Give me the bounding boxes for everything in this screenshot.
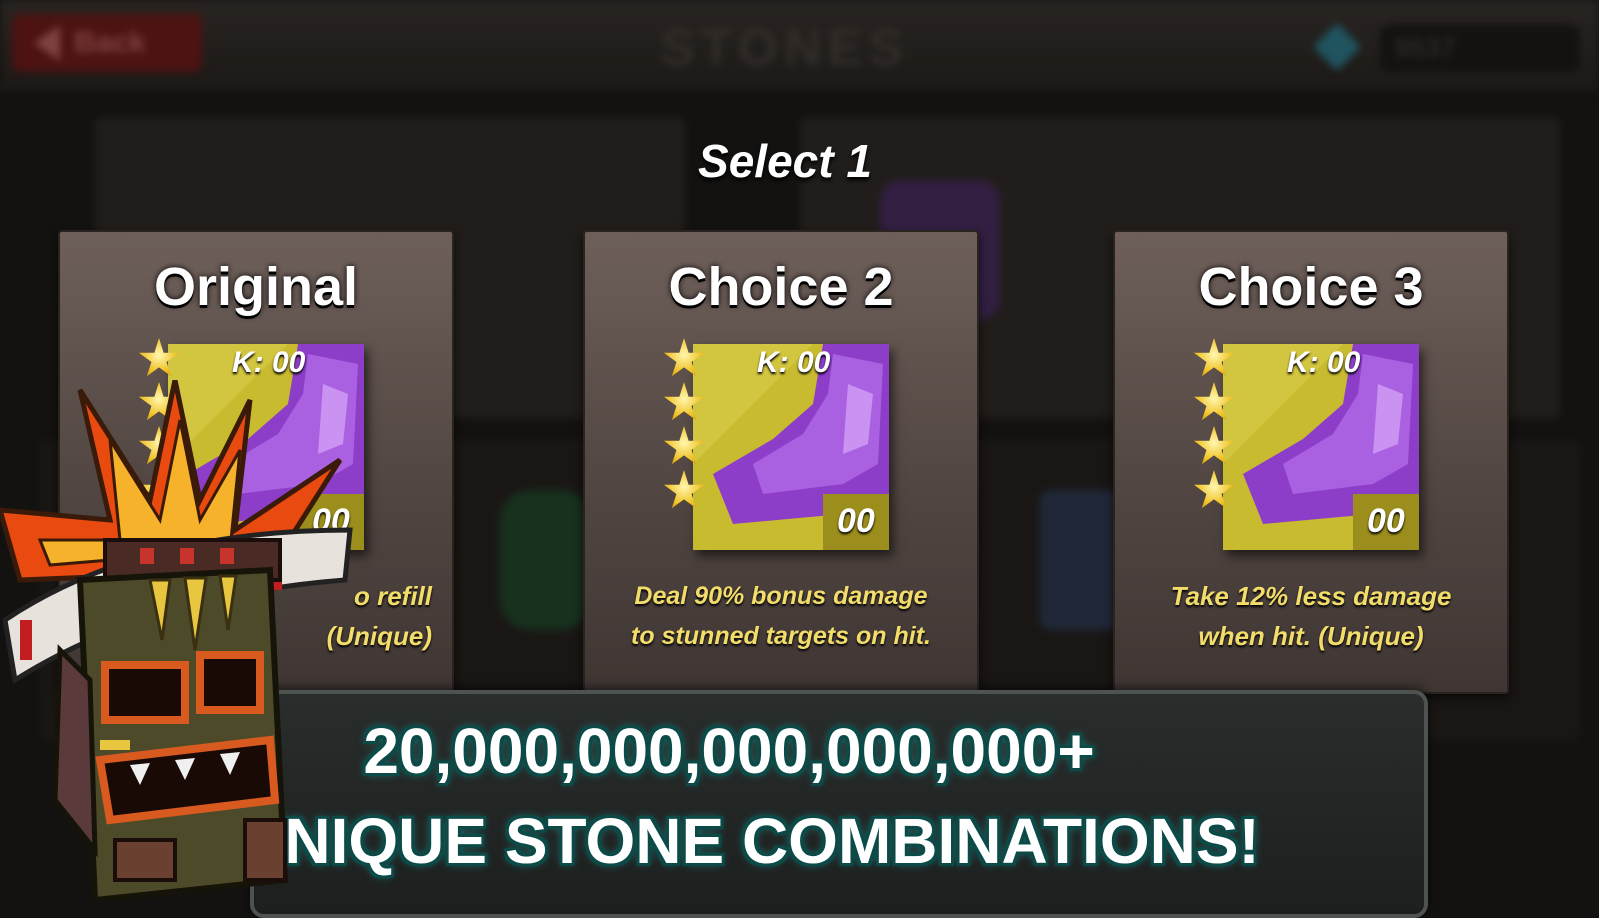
back-button-label: Back <box>74 26 146 59</box>
description-line: when hit. (Unique) <box>1198 621 1424 651</box>
promo-banner: 20,000,000,000,000,000+ UNIQUE STONE COM… <box>238 690 1428 918</box>
gem-icon <box>1312 22 1362 72</box>
background-stone-art <box>500 490 590 630</box>
description-line: Take 12% less damage <box>1170 581 1452 611</box>
slot-counter: 00 <box>837 502 875 540</box>
star-icon <box>1193 426 1235 465</box>
star-icon <box>663 426 705 465</box>
card-title: Choice 3 <box>1198 257 1424 317</box>
star-icon <box>138 338 180 377</box>
tiki-mascot-icon <box>0 380 353 900</box>
back-arrow-icon <box>34 25 60 61</box>
star-rating <box>1193 338 1239 514</box>
star-rating <box>663 338 709 514</box>
star-icon <box>663 470 705 509</box>
card-title: Choice 2 <box>668 257 894 317</box>
currency-counter: 9537 <box>1380 24 1580 72</box>
star-icon <box>1193 382 1235 421</box>
top-bar: Back STONES 9537 <box>0 0 1599 95</box>
description-line: to stunned targets on hit. <box>631 622 931 650</box>
card-choice-2[interactable]: Choice 2 K: 00 00 Deal 90% bonus damage to s… <box>583 230 979 694</box>
star-icon <box>1193 470 1235 509</box>
star-icon <box>663 382 705 421</box>
card-title: Original <box>153 257 359 317</box>
dialog-title: Select 1 <box>698 135 872 187</box>
screen-title: STONES <box>660 19 909 77</box>
slot-counter: 00 <box>1367 502 1405 540</box>
card-description: Take 12% less damage when hit. (Unique) <box>1125 576 1497 656</box>
card-choice-3[interactable]: Choice 3 K: 00 00 Take 12% less damage when … <box>1113 230 1509 694</box>
kill-counter: K: 00 <box>232 346 306 379</box>
background-stone-art <box>1040 490 1120 630</box>
kill-counter: K: 00 <box>1287 346 1361 379</box>
description-line: Deal 90% bonus damage <box>634 582 928 610</box>
back-button[interactable]: Back <box>12 14 202 72</box>
star-icon <box>1193 338 1235 377</box>
star-icon <box>663 338 705 377</box>
card-description: Deal 90% bonus damage to stunned targets … <box>595 576 967 656</box>
kill-counter: K: 00 <box>757 346 831 379</box>
